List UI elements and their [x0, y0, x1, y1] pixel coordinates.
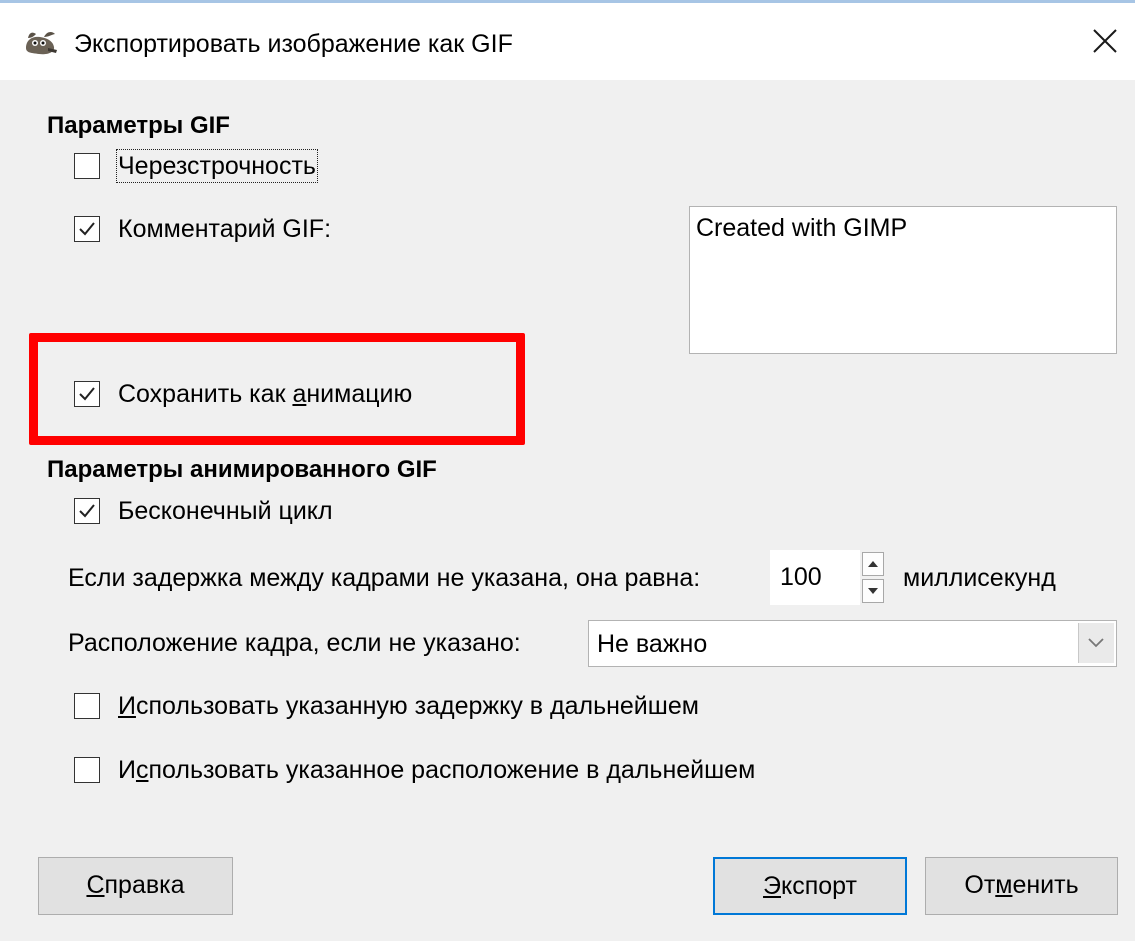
mnemonic-key: Э	[763, 872, 781, 900]
delay-label: Если задержка между кадрами не указана, …	[68, 564, 701, 592]
gif-comment-text: Created with GIMP	[696, 214, 908, 242]
gimp-wilber-icon	[26, 32, 57, 55]
gif-comment-label[interactable]: Комментарий GIF:	[118, 214, 331, 244]
use-disposal-checkbox[interactable]	[74, 757, 100, 783]
button-label: енить	[1012, 871, 1079, 899]
label-part: пользовать указанное расположение в даль…	[148, 756, 756, 784]
save-as-animation-checkbox[interactable]	[74, 381, 100, 407]
mnemonic-key: с	[135, 756, 149, 784]
button-label: правка	[104, 871, 185, 899]
delay-input[interactable]: 100	[770, 550, 860, 605]
label-part: нимацию	[306, 380, 413, 408]
save-as-animation-label[interactable]: Сохранить как анимацию	[118, 379, 412, 409]
arrow-down-icon	[868, 588, 878, 594]
checkmark-icon	[79, 222, 95, 236]
mnemonic-key: И	[118, 692, 136, 720]
use-delay-checkbox[interactable]	[74, 693, 100, 719]
anim-params-heading: Параметры анимированного GIF	[47, 456, 437, 483]
use-delay-label[interactable]: Использовать указанную задержку в дальне…	[118, 691, 699, 721]
button-label: От	[964, 871, 996, 899]
gif-comment-textarea[interactable]: Created with GIMP	[689, 206, 1117, 354]
interlace-label[interactable]: Черезстрочность	[116, 149, 318, 183]
mnemonic-key: м	[995, 871, 1013, 899]
window-title: Экспортировать изображение как GIF	[74, 30, 513, 58]
label-part: спользовать указанную задержку в дальней…	[135, 692, 699, 720]
disposal-label: Расположение кадра, если не указано:	[68, 629, 521, 657]
use-disposal-label[interactable]: Использовать указанное расположение в да…	[118, 755, 755, 785]
delay-value: 100	[780, 563, 822, 591]
chevron-down-icon	[1088, 638, 1104, 648]
checkmark-icon	[79, 504, 95, 518]
gif-comment-checkbox[interactable]	[74, 216, 100, 242]
spin-up-button[interactable]	[862, 552, 884, 576]
interlace-checkbox[interactable]	[74, 153, 100, 179]
delay-spinner	[860, 550, 888, 605]
checkmark-icon	[79, 387, 95, 401]
disposal-select[interactable]: Не важно	[588, 620, 1117, 667]
cancel-button[interactable]: Отменить	[925, 857, 1118, 915]
loop-forever-checkbox[interactable]	[74, 498, 100, 524]
spin-down-button[interactable]	[862, 579, 884, 603]
title-bar: Экспортировать изображение как GIF	[0, 3, 1135, 80]
gif-params-heading: Параметры GIF	[47, 112, 230, 139]
arrow-up-icon	[868, 561, 878, 567]
mnemonic-key: С	[86, 871, 105, 899]
label-part: Сохранить как	[118, 380, 293, 408]
close-button[interactable]	[1080, 13, 1130, 69]
close-icon	[1093, 29, 1117, 53]
disposal-value: Не важно	[597, 630, 708, 658]
mnemonic-key: а	[292, 380, 307, 408]
button-label: кспорт	[781, 872, 857, 900]
delay-unit: миллисекунд	[903, 564, 1056, 592]
label-part: И	[118, 756, 136, 784]
combo-dropdown-button[interactable]	[1078, 623, 1114, 663]
help-button[interactable]: Справка	[38, 857, 233, 915]
export-button[interactable]: Экспорт	[713, 857, 907, 915]
loop-forever-label[interactable]: Бесконечный цикл	[118, 496, 333, 526]
